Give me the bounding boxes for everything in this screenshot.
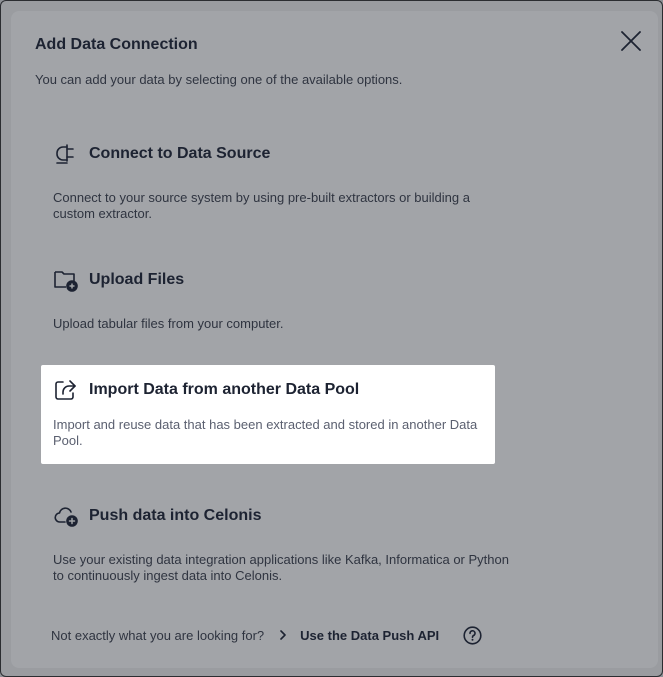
option-push-data-celonis[interactable]: Push data into Celonis Use your existing… xyxy=(41,503,509,583)
option-title: Import Data from another Data Pool xyxy=(89,381,360,398)
close-button[interactable] xyxy=(617,27,645,55)
dialog-title: Add Data Connection xyxy=(35,36,198,53)
modal-overlay: Add Data Connection You can add your dat… xyxy=(0,0,663,677)
cloud-add-icon xyxy=(53,503,79,529)
option-connect-data-source[interactable]: Connect to Data Source Connect to your s… xyxy=(41,141,495,221)
chevron-right-icon xyxy=(278,629,288,641)
share-export-icon xyxy=(53,377,79,403)
option-description: Use your existing data integration appli… xyxy=(53,552,509,583)
option-title: Upload Files xyxy=(89,271,185,288)
option-import-data-pool[interactable]: Import Data from another Data Pool Impor… xyxy=(41,365,495,464)
close-icon xyxy=(621,31,641,51)
data-push-api-link[interactable]: Use the Data Push API xyxy=(300,628,439,643)
help-icon[interactable] xyxy=(463,625,482,645)
dialog-subtitle: You can add your data by selecting one o… xyxy=(35,72,403,87)
option-description: Import and reuse data that has been extr… xyxy=(53,417,478,448)
option-upload-files[interactable]: Upload Files Upload tabular files from y… xyxy=(41,267,495,331)
option-title: Connect to Data Source xyxy=(89,145,271,162)
add-data-connection-dialog: Add Data Connection You can add your dat… xyxy=(11,11,658,668)
option-description: Upload tabular files from your computer. xyxy=(53,316,284,331)
option-title: Push data into Celonis xyxy=(89,507,262,524)
option-description: Connect to your source system by using p… xyxy=(53,190,470,221)
folder-add-icon xyxy=(53,267,79,293)
plug-icon xyxy=(53,141,79,167)
footer-prompt: Not exactly what you are looking for? xyxy=(51,627,265,643)
dialog-footer: Not exactly what you are looking for? Us… xyxy=(51,625,482,645)
